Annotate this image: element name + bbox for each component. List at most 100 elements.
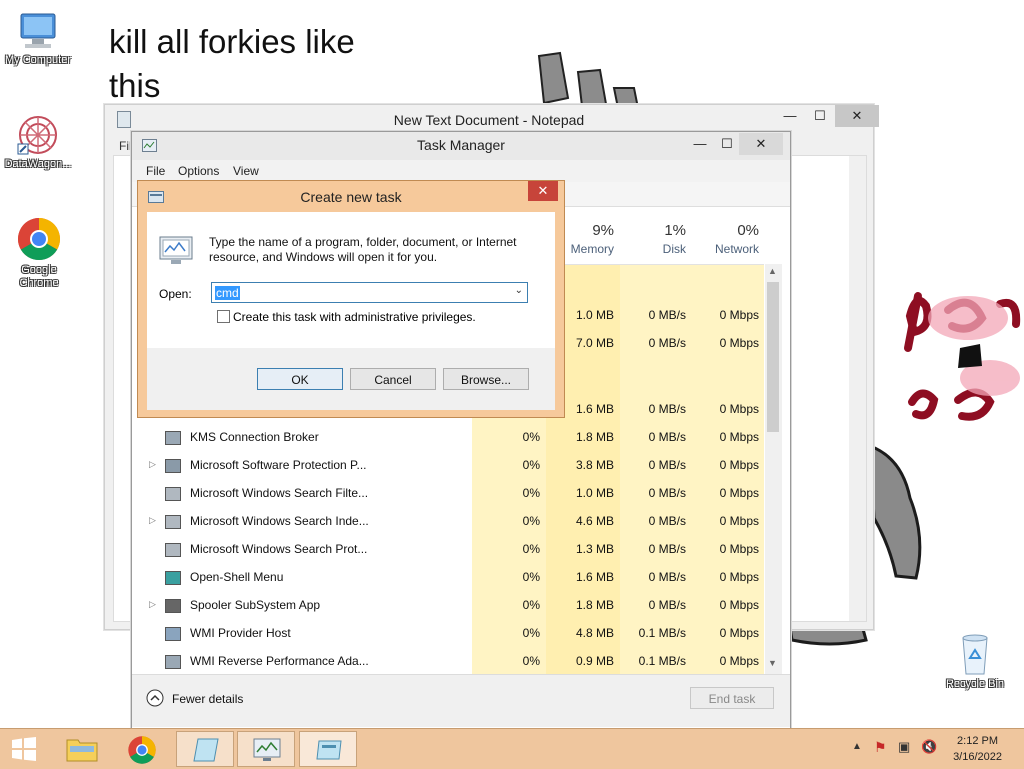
create-new-task-dialog[interactable]: Create new task ✕ Type the name of a pro… [137,180,565,418]
disk-value: 0.1 MB/s [638,626,686,640]
table-row[interactable]: ▷ Spooler SubSystem App 0% 1.8 MB 0 MB/s 0 Mb… [132,592,764,620]
disk-value: 0 MB/s [648,486,686,500]
cpu-value: 0% [522,598,540,612]
task-manager-scrollbar[interactable]: ▲ ▼ [765,264,782,674]
disk-value: 0 MB/s [648,402,686,416]
datawagon-icon [17,116,57,155]
process-name: WMI Provider Host [190,626,291,640]
notepad-title: New Text Document - Notepad [393,112,585,128]
desktop-icon-label: Recycle Bin [945,678,1005,690]
table-row[interactable]: Microsoft Windows Search Prot... 0% 1.3 MB… [132,536,764,564]
menu-view[interactable]: View [233,164,259,178]
cpu-value: 0% [522,542,540,556]
process-icon [165,431,181,445]
process-icon [165,543,181,557]
desktop-icon-my-computer[interactable]: My Computer [0,10,76,67]
start-button-windows-icon[interactable] [11,737,37,761]
task-manager-titlebar: Task Manager — ☐ ✕ [132,132,790,160]
desktop-icon-datawagon[interactable]: DataWagon... [0,112,76,171]
expand-arrow-icon[interactable]: ▷ [149,599,156,610]
memory-value: 1.0 MB [575,486,614,500]
scroll-thumb[interactable] [767,282,779,432]
menu-file[interactable]: File [146,164,165,178]
expand-arrow-icon[interactable]: ▷ [149,459,156,470]
folder-icon [66,739,98,762]
disk-value: 0 MB/s [648,570,686,584]
table-row[interactable]: ▷ Microsoft Software Protection P... 0% 3.8… [132,452,764,480]
scroll-down-arrow[interactable]: ▼ [768,658,777,668]
taskbar-clock[interactable]: 2:12 PM 3/16/2022 [953,733,1002,765]
cpu-value: 0% [522,486,540,500]
memory-value: 1.8 MB [575,598,614,612]
memory-value: 1.3 MB [575,542,614,556]
task-manager-maximize-button[interactable]: ☐ [712,133,742,155]
taskbar-notepad[interactable] [176,731,234,767]
dialog-description-line: resource, and Windows will open it for y… [209,250,438,264]
process-name: Microsoft Windows Search Prot... [190,542,368,556]
network-value: 0 Mbps [719,486,759,500]
network-value: 0 Mbps [719,336,759,350]
process-name: Microsoft Windows Search Filte... [190,486,369,500]
browse-button[interactable]: Browse... [443,368,529,390]
network-value: 0 Mbps [719,402,759,416]
process-icon [165,571,181,585]
action-center-flag-icon[interactable]: ⚑ [874,739,887,756]
dialog-title: Create new task [300,189,402,205]
table-row[interactable]: WMI Reverse Performance Ada... 0% 0.9 MB 0.… [132,648,764,676]
task-manager-close-button[interactable]: ✕ [739,133,783,155]
admin-checkbox-label[interactable]: Create this task with administrative pri… [233,310,476,324]
process-name: Microsoft Software Protection P... [190,458,367,472]
table-row[interactable]: Open-Shell Menu 0% 1.6 MB 0 MB/s 0 Mbps [132,564,764,592]
table-row[interactable]: WMI Provider Host 0% 4.8 MB 0.1 MB/s 0 Mbps [132,620,764,648]
memory-value: 0.9 MB [575,654,614,668]
disk-percent: 1% [664,222,686,239]
cancel-button[interactable]: Cancel [350,368,436,390]
clock-date: 3/16/2022 [953,751,1002,763]
disk-value: 0 MB/s [648,336,686,350]
disk-label: Disk [662,242,686,256]
run-icon [159,236,193,264]
volume-muted-icon[interactable]: 🔇 [921,739,937,755]
expand-arrow-icon[interactable]: ▷ [149,515,156,526]
taskbar-run-dialog[interactable] [299,731,357,767]
notepad-minimize-button[interactable]: — [775,105,805,127]
open-label: Open: [159,287,192,301]
notepad-maximize-button[interactable]: ☐ [805,105,835,127]
process-name: Microsoft Windows Search Inde... [190,514,369,528]
table-row[interactable]: Microsoft Windows Search Filte... 0% 1.0 M… [132,480,764,508]
network-column-header[interactable]: 0% Network [692,220,759,256]
desktop-icon-label: Google Chrome [19,264,59,289]
fewer-details-icon[interactable] [146,689,164,707]
menu-options[interactable]: Options [178,164,219,178]
dialog-description: Type the name of a program, folder, docu… [209,235,517,265]
notepad-close-button[interactable]: ✕ [835,105,879,127]
end-task-button[interactable]: End task [690,687,774,709]
fewer-details-link[interactable]: Fewer details [172,692,243,706]
open-input-value[interactable]: cmd [215,286,240,300]
taskbar-task-manager[interactable] [237,731,295,767]
desktop-icon-label: My Computer [4,54,72,66]
taskbar-file-explorer[interactable] [52,731,110,767]
notepad-scrollbar[interactable] [849,156,866,621]
dialog-close-button[interactable]: ✕ [528,181,558,201]
network-icon[interactable]: ▣ [898,739,910,755]
open-combobox[interactable]: cmd ⌄ [211,282,528,303]
scroll-up-arrow[interactable]: ▲ [768,266,777,276]
show-hidden-icons-chevron-icon[interactable]: ▲ [852,741,862,752]
disk-column-header[interactable]: 1% Disk [620,220,686,256]
admin-checkbox[interactable] [217,310,230,323]
network-value: 0 Mbps [719,430,759,444]
table-row[interactable]: KMS Connection Broker 0% 1.8 MB 0 MB/s 0 Mbp… [132,424,764,452]
chevron-down-icon[interactable]: ⌄ [515,285,523,296]
desktop-icon-google-chrome[interactable]: Google Chrome [0,216,78,290]
table-row[interactable]: ▷ Microsoft Windows Search Inde... 0% 4.6 M… [132,508,764,536]
task-manager-footer: Fewer details End task [132,674,790,727]
process-icon [165,459,181,473]
ok-button[interactable]: OK [257,368,343,390]
notepad-menu-file[interactable]: Fil [119,139,132,153]
dialog-body: Type the name of a program, folder, docu… [147,212,555,410]
disk-value: 0 MB/s [648,514,686,528]
clock-time: 2:12 PM [957,735,999,747]
taskbar-chrome[interactable] [113,731,171,767]
task-manager-minimize-button[interactable]: — [685,133,715,155]
